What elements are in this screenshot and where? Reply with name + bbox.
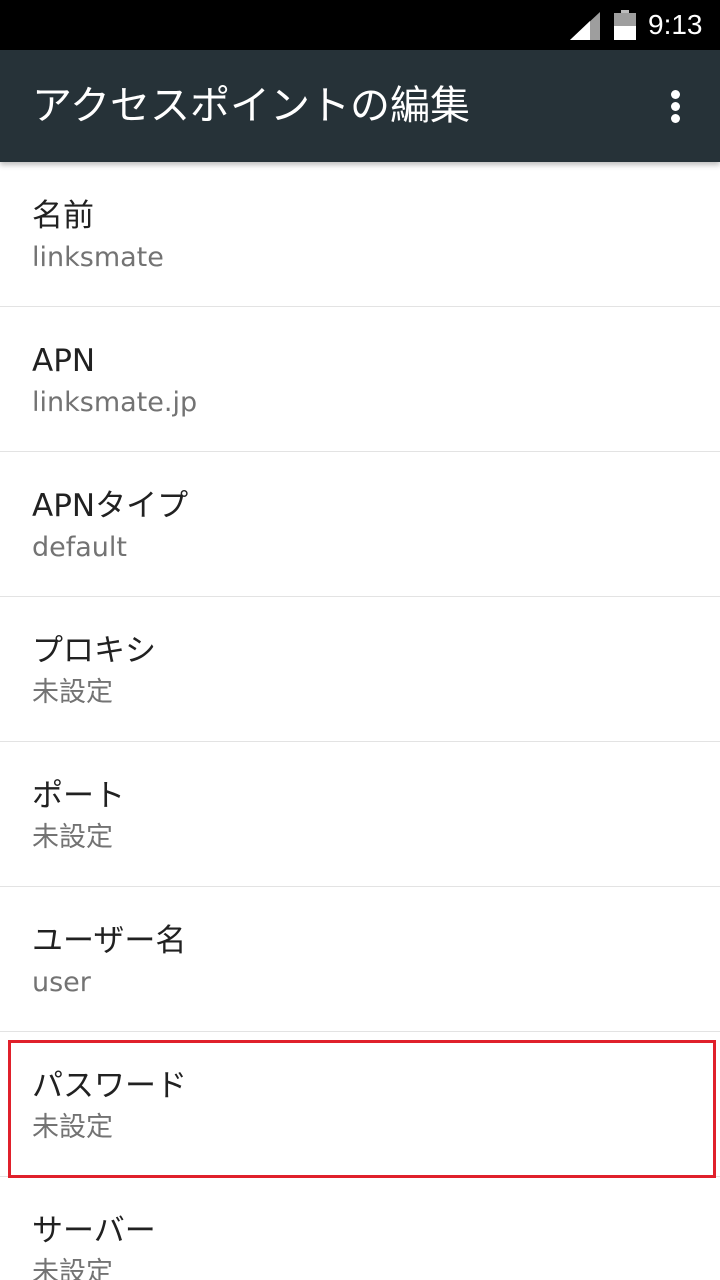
pref-title: ユーザー名 <box>32 923 187 959</box>
pref-item-password[interactable]: パスワード 未設定 <box>0 1032 720 1177</box>
pref-summary: linksmate.jp <box>32 387 198 418</box>
battery-icon <box>614 10 636 40</box>
pref-summary: default <box>32 532 128 563</box>
pref-summary: user <box>32 967 91 998</box>
pref-summary: 未設定 <box>32 677 113 708</box>
pref-title: ポート <box>32 778 125 814</box>
status-clock: 9:13 <box>648 9 703 40</box>
pref-item-proxy[interactable]: プロキシ 未設定 <box>0 597 720 742</box>
pref-item-apn[interactable]: APN linksmate.jp <box>0 307 720 452</box>
pref-title: 名前 <box>32 198 94 234</box>
more-vert-icon[interactable] <box>652 78 700 134</box>
pref-summary: 未設定 <box>32 1112 113 1143</box>
pref-title: パスワード <box>32 1068 187 1104</box>
pref-title: プロキシ <box>32 633 156 669</box>
pref-summary: 未設定 <box>32 822 113 853</box>
pref-summary: 未設定 <box>32 1257 113 1280</box>
pref-item-port[interactable]: ポート 未設定 <box>0 742 720 887</box>
pref-title: APN <box>32 343 96 379</box>
pref-title: サーバー <box>32 1213 156 1249</box>
pref-summary: linksmate <box>32 242 164 273</box>
page-title: アクセスポイントの編集 <box>32 83 470 129</box>
cell-signal-icon <box>570 12 600 40</box>
pref-item-name[interactable]: 名前 linksmate <box>0 162 720 307</box>
preference-list: 名前 linksmate APN linksmate.jp APNタイプ def… <box>0 162 720 1280</box>
apn-edit-screen: 9:13 アクセスポイントの編集 名前 linksmate APN linksm… <box>0 0 720 1280</box>
status-bar: 9:13 <box>0 0 720 50</box>
toolbar: アクセスポイントの編集 <box>0 50 720 162</box>
pref-item-apn-type[interactable]: APNタイプ default <box>0 452 720 597</box>
pref-item-username[interactable]: ユーザー名 user <box>0 887 720 1032</box>
pref-title: APNタイプ <box>32 488 189 524</box>
pref-item-server[interactable]: サーバー 未設定 <box>0 1177 720 1280</box>
